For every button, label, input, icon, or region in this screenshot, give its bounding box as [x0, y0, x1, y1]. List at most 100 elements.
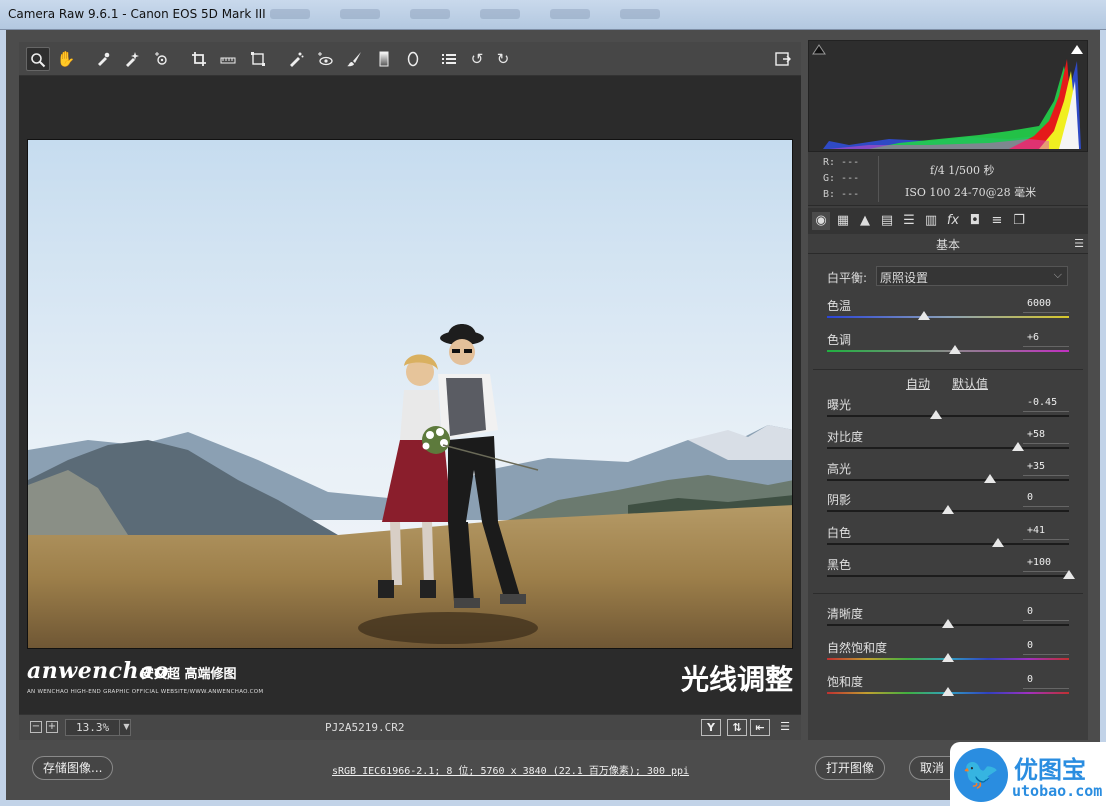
- blurred-tab: [410, 9, 450, 19]
- presets-list-icon[interactable]: [437, 47, 461, 71]
- effects-tab-icon[interactable]: fx: [944, 212, 962, 230]
- slider-value-field[interactable]: 0: [1023, 490, 1069, 507]
- slider-row: 对比度 +58: [827, 428, 1069, 460]
- white-balance-select[interactable]: 原照设置 ⌵: [876, 266, 1068, 286]
- rotate-left-icon[interactable]: ↺: [465, 47, 489, 71]
- detail-tab-icon[interactable]: ▲: [856, 212, 874, 230]
- workflow-options-link[interactable]: sRGB IEC61966-2.1; 8 位; 5760 x 3840 (22.…: [332, 762, 689, 777]
- slider-value-field[interactable]: 0: [1023, 672, 1069, 689]
- fullscreen-toggle-icon[interactable]: [771, 47, 795, 71]
- slider-row: 高光 +35: [827, 460, 1069, 492]
- panel-tabs: ◉ ▦ ▲ ▤ ☰ ▥ fx ◘ ≡ ❐: [808, 208, 1088, 234]
- copy-settings-icon[interactable]: ⇤: [750, 719, 770, 736]
- slider-thumb[interactable]: [984, 474, 997, 483]
- rotate-right-icon[interactable]: ↻: [491, 47, 515, 71]
- slider-row: 曝光 -0.45: [827, 396, 1069, 428]
- before-after-view-icon[interactable]: Y: [701, 719, 721, 736]
- slider-thumb[interactable]: [949, 345, 962, 354]
- chevron-down-icon: ⌵: [1053, 268, 1062, 281]
- slider-thumb[interactable]: [942, 505, 954, 514]
- crop-icon[interactable]: [187, 47, 211, 71]
- slider-label: 饱和度: [827, 675, 864, 689]
- slider-track[interactable]: [827, 479, 1069, 481]
- camera-readout: R: --- G: --- B: --- f/4 1/500 秒 ISO 100…: [808, 152, 1088, 206]
- watermark-sub: AN WENCHAO HIGH-END GRAPHIC OFFICIAL WEB…: [27, 689, 264, 695]
- slider-track[interactable]: [827, 415, 1069, 417]
- slider-label: 阴影: [827, 493, 852, 507]
- panel-menu-icon[interactable]: ☰: [1074, 237, 1084, 250]
- camera-calibration-tab-icon[interactable]: ◘: [966, 212, 984, 230]
- basic-tab-icon[interactable]: ◉: [812, 212, 830, 230]
- slider-row: 白色 +41: [827, 524, 1069, 556]
- target-adjust-icon[interactable]: [149, 47, 173, 71]
- swap-settings-icon[interactable]: ⇅: [727, 719, 747, 736]
- radial-filter-icon[interactable]: [401, 47, 425, 71]
- presets-tab-icon[interactable]: ≡: [988, 212, 1006, 230]
- transform-icon[interactable]: [246, 47, 270, 71]
- zoom-out-button[interactable]: −: [30, 721, 42, 733]
- preview-preferences-icon[interactable]: ☰: [775, 719, 795, 736]
- slider-value-field[interactable]: -0.45: [1023, 395, 1069, 412]
- graduated-filter-icon[interactable]: [372, 47, 396, 71]
- slider-row: 色温 6000: [827, 297, 1069, 329]
- slider-thumb[interactable]: [1012, 442, 1025, 451]
- auto-button[interactable]: 自动: [906, 375, 930, 392]
- default-button[interactable]: 默认值: [952, 375, 988, 392]
- slider-value-field[interactable]: +35: [1023, 459, 1069, 476]
- divider: [813, 593, 1083, 594]
- slider-value-field[interactable]: 0: [1023, 638, 1069, 655]
- brand-watermark: 🐦 优图宝 utobao.com: [950, 742, 1106, 806]
- slider-thumb[interactable]: [991, 538, 1004, 547]
- spot-removal-icon[interactable]: [284, 47, 308, 71]
- snapshots-tab-icon[interactable]: ❐: [1010, 212, 1028, 230]
- slider-track[interactable]: [827, 447, 1069, 449]
- slider-label: 自然饱和度: [827, 641, 888, 655]
- file-name: PJ2A5219.CR2: [325, 721, 405, 734]
- blurred-tab: [480, 9, 520, 19]
- lens-tab-icon[interactable]: ▥: [922, 212, 940, 230]
- slider-row: 色调 +6: [827, 331, 1069, 363]
- slider-thumb[interactable]: [917, 311, 930, 320]
- open-image-button[interactable]: 打开图像: [815, 756, 886, 780]
- slider-value-field[interactable]: +58: [1023, 427, 1069, 444]
- slider-label: 白色: [827, 526, 852, 540]
- adjustment-brush-icon[interactable]: [342, 47, 366, 71]
- slider-value-field[interactable]: +6: [1023, 330, 1069, 347]
- slider-value-field[interactable]: +41: [1023, 523, 1069, 540]
- slider-thumb[interactable]: [1063, 570, 1075, 579]
- slider-track[interactable]: [827, 316, 1069, 318]
- slider-track[interactable]: [827, 543, 1069, 545]
- straighten-icon[interactable]: [216, 47, 240, 71]
- white-balance-icon[interactable]: [91, 47, 115, 71]
- divider: [813, 369, 1083, 370]
- slider-thumb[interactable]: [929, 410, 942, 419]
- slider-track[interactable]: [827, 575, 1069, 577]
- hsl-tab-icon[interactable]: ▤: [878, 212, 896, 230]
- split-toning-tab-icon[interactable]: ☰: [900, 212, 918, 230]
- slider-thumb[interactable]: [942, 687, 954, 696]
- slider-thumb[interactable]: [942, 653, 954, 662]
- slider-thumb[interactable]: [942, 619, 954, 628]
- save-image-button[interactable]: 存储图像...: [32, 756, 114, 780]
- zoom-in-button[interactable]: +: [46, 721, 58, 733]
- slider-value-field[interactable]: 0: [1023, 604, 1069, 621]
- zoom-icon[interactable]: [26, 47, 50, 71]
- brand-url: utobao.com: [1012, 782, 1103, 800]
- watermark-cn: 安文超 高端修图: [141, 667, 237, 682]
- slider-row: 阴影 0: [827, 491, 1069, 523]
- slider-track[interactable]: [827, 350, 1069, 352]
- blurred-tab: [270, 9, 310, 19]
- white-balance-label: 白平衡:: [827, 271, 868, 285]
- photo-preview[interactable]: [27, 139, 793, 649]
- slider-row: 清晰度 0: [827, 605, 1069, 637]
- slider-label: 色温: [827, 299, 852, 313]
- hand-icon[interactable]: ✋: [54, 47, 78, 71]
- red-eye-icon[interactable]: [313, 47, 337, 71]
- overlay-title: 光线调整: [680, 663, 793, 696]
- tone-curve-tab-icon[interactable]: ▦: [834, 212, 852, 230]
- slider-value-field[interactable]: 6000: [1023, 296, 1069, 313]
- chevron-down-icon[interactable]: ▼: [119, 719, 133, 736]
- section-divider: [808, 253, 1088, 254]
- iso-lens: ISO 100 24-70@28 毫米: [905, 186, 1037, 199]
- color-sampler-icon[interactable]: [120, 47, 144, 71]
